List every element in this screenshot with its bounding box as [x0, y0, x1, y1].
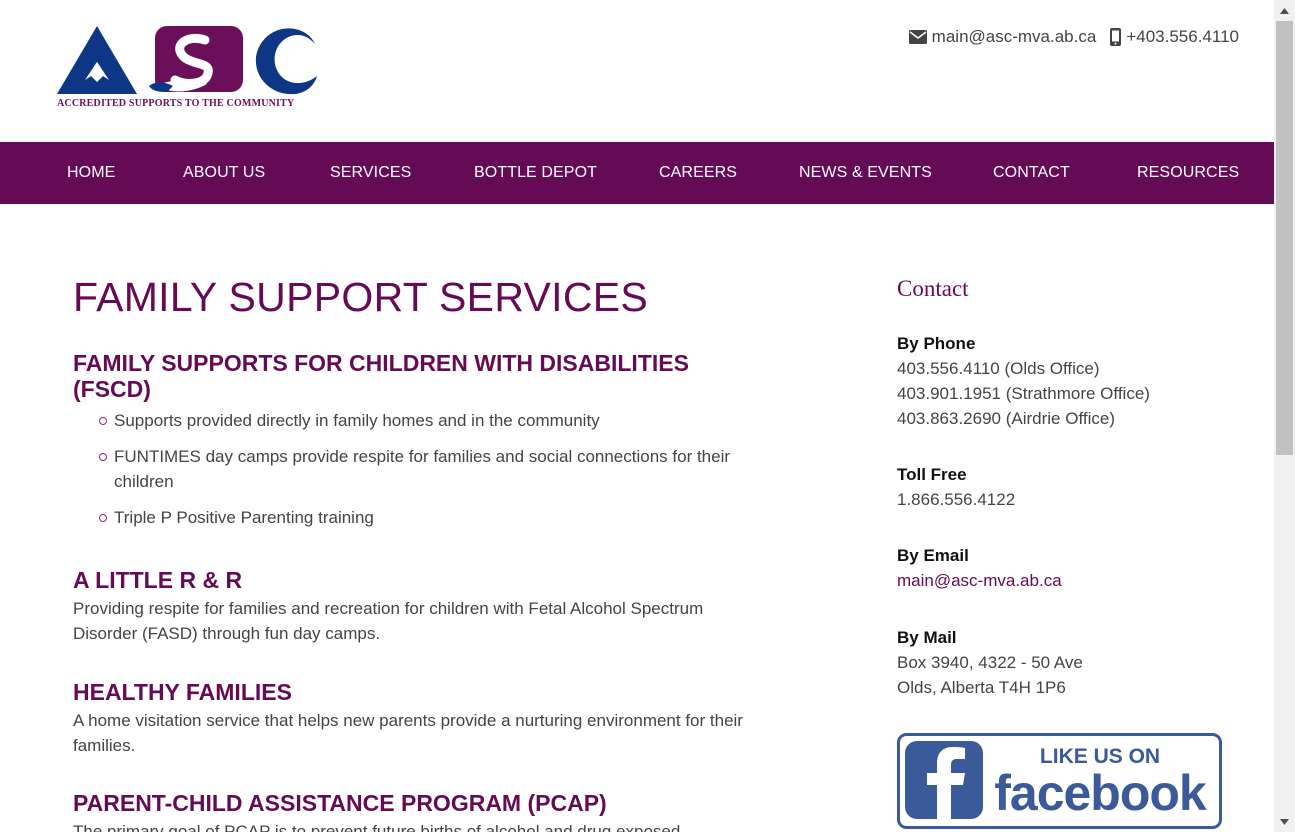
top-phone-text: +403.556.4110: [1126, 27, 1239, 46]
mail-line-2: Olds, Alberta T4H 1P6: [897, 678, 1066, 697]
envelope-icon: [908, 30, 927, 44]
by-email-heading: By Email: [897, 546, 969, 565]
circle-bullet-icon: [99, 514, 107, 522]
section-text-healthy-families: A home visitation service that helps new…: [73, 711, 743, 755]
mail-line-1: Box 3940, 4322 - 50 Ave: [897, 653, 1083, 672]
logo-caption: ACCREDITED SUPPORTS TO THE COMMUNITY: [57, 98, 295, 109]
sidebar-email-link[interactable]: main@asc-mva.ab.ca: [897, 571, 1062, 591]
facebook-badge-graphic: LIKE US ON facebook: [897, 733, 1222, 829]
top-contact-bar: main@asc-mva.ab.ca +403.556.4110: [895, 27, 1239, 47]
fscd-bullet-list: Supports provided directly in family hom…: [73, 408, 763, 541]
circle-bullet-icon: [99, 417, 107, 425]
main-nav: HOME ABOUT US SERVICES BOTTLE DEPOT CARE…: [0, 142, 1274, 204]
nav-resources[interactable]: RESOURCES: [1137, 142, 1239, 204]
list-item: FUNTIMES day camps provide respite for f…: [73, 444, 763, 494]
phone-airdrie: 403.863.2690 (Airdrie Office): [897, 409, 1115, 428]
section-title-healthy-families: HEALTHY FAMILIES: [73, 679, 292, 705]
asc-logo-mark: [57, 26, 317, 95]
facebook-badge-line2: facebook: [994, 765, 1207, 821]
phone-olds: 403.556.4110 (Olds Office): [897, 359, 1100, 378]
facebook-like-badge[interactable]: LIKE US ON facebook: [897, 733, 1222, 829]
vertical-scrollbar[interactable]: [1274, 0, 1295, 832]
page: ACCREDITED SUPPORTS TO THE COMMUNITY mai…: [0, 0, 1274, 832]
section-text-pcap: The primary goal of PCAP is to prevent f…: [73, 822, 681, 832]
top-phone[interactable]: +403.556.4110: [1110, 27, 1239, 47]
by-phone-heading: By Phone: [897, 334, 976, 353]
by-mail-heading: By Mail: [897, 628, 957, 647]
sidebar-title: Contact: [897, 276, 969, 301]
scroll-down-arrow-icon[interactable]: [1274, 813, 1295, 830]
phone-strathmore: 403.901.1951 (Strathmore Office): [897, 384, 1150, 403]
section-title-fscd: FAMILY SUPPORTS FOR CHILDREN WITH DISABI…: [73, 350, 689, 402]
scrollbar-thumb[interactable]: [1276, 21, 1293, 455]
page-title: FAMILY SUPPORT SERVICES: [73, 274, 649, 320]
nav-home[interactable]: HOME: [67, 142, 115, 204]
nav-bottle-depot[interactable]: BOTTLE DEPOT: [474, 142, 597, 204]
nav-news-events[interactable]: NEWS & EVENTS: [799, 142, 932, 204]
toll-free-number: 1.866.556.4122: [897, 490, 1016, 509]
top-email-text: main@asc-mva.ab.ca: [931, 27, 1097, 46]
nav-about-us[interactable]: ABOUT US: [183, 142, 265, 204]
section-title-little-rr: A LITTLE R & R: [73, 567, 243, 593]
mobile-phone-icon: [1110, 28, 1122, 46]
section-title-pcap: PARENT-CHILD ASSISTANCE PROGRAM (PCAP): [73, 790, 607, 816]
scroll-up-arrow-icon[interactable]: [1274, 2, 1295, 19]
circle-bullet-icon: [99, 453, 107, 461]
toll-free-heading: Toll Free: [897, 465, 967, 484]
top-email[interactable]: main@asc-mva.ab.ca: [908, 27, 1097, 47]
nav-careers[interactable]: CAREERS: [659, 142, 737, 204]
list-item: Supports provided directly in family hom…: [73, 408, 763, 433]
list-item: Triple P Positive Parenting training: [73, 505, 763, 530]
nav-contact[interactable]: CONTACT: [993, 142, 1070, 204]
section-text-little-rr: Providing respite for families and recre…: [73, 599, 704, 643]
nav-services[interactable]: SERVICES: [330, 142, 411, 204]
